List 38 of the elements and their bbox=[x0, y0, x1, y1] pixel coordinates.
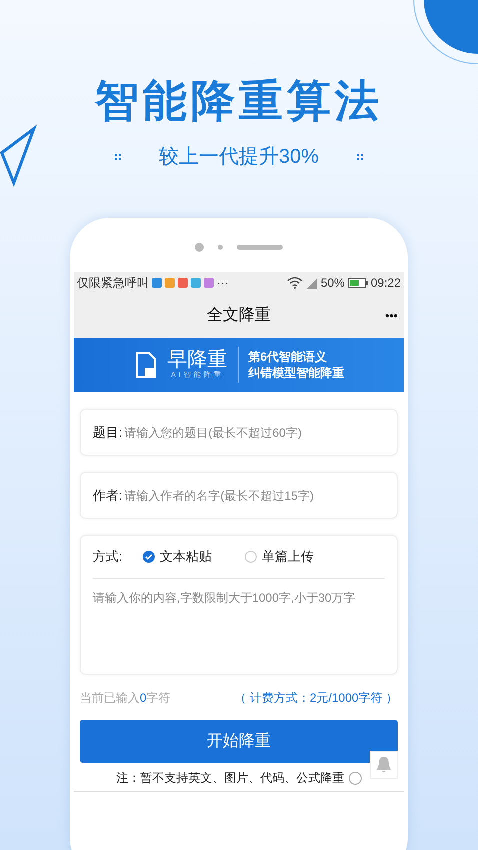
text-field[interactable]: 题目:请输入您的题目(最长不超过60字) bbox=[80, 409, 398, 456]
triangle-outline-icon bbox=[0, 125, 38, 187]
signal-icon bbox=[306, 278, 318, 288]
carrier-text: 仅限紧急呼叫 bbox=[77, 275, 149, 292]
chat-button[interactable] bbox=[370, 751, 398, 779]
subtitle: 较上一代提升30% bbox=[158, 145, 320, 170]
radio-option[interactable]: 单篇上传 bbox=[245, 547, 347, 567]
start-button[interactable]: 开始降重 bbox=[80, 720, 398, 763]
radio-option[interactable]: 文本粘贴 bbox=[143, 547, 245, 567]
pricing-text: （ 计费方式：2元/1000字符 ） bbox=[234, 690, 398, 707]
dot-grid-icon bbox=[114, 154, 121, 160]
logo-text: 早降重 bbox=[168, 348, 228, 371]
content-textarea[interactable]: 请输入你的内容,字数限制大于1000字,小于30万字 bbox=[93, 589, 385, 674]
clock-time: 09:22 bbox=[370, 275, 401, 292]
slogan-line: 纠错模型智能降重 bbox=[248, 365, 344, 381]
more-menu-button[interactable]: ••• bbox=[385, 307, 398, 325]
slogan-line: 第6代智能语义 bbox=[248, 349, 328, 365]
wifi-icon bbox=[286, 277, 303, 289]
field-input[interactable]: 请输入作者的名字(最长不超过15字) bbox=[124, 486, 385, 504]
help-icon bbox=[348, 772, 362, 784]
headline: 智能降重算法 bbox=[95, 76, 383, 128]
content-input-card[interactable]: 方式: 文本粘贴 单篇上传 请输入你的内容,字数限制大于1000字,小于30万字 bbox=[80, 535, 398, 675]
sensor-icon bbox=[218, 245, 223, 250]
battery-icon bbox=[348, 278, 368, 288]
character-count: 当前已输入0字符 bbox=[80, 690, 171, 707]
page-title: 全文降重 bbox=[207, 306, 271, 326]
dot-grid-icon bbox=[357, 154, 364, 160]
more-text: ··· bbox=[217, 275, 229, 292]
field-label: 题目: bbox=[93, 424, 123, 442]
field-label: 作者: bbox=[93, 486, 123, 505]
bell-icon bbox=[376, 756, 392, 774]
text-field[interactable]: 作者:请输入作者的名字(最长不超过15字) bbox=[80, 472, 398, 519]
speaker-icon bbox=[237, 245, 283, 250]
battery-percent: 50% bbox=[320, 275, 345, 292]
mode-label: 方式: bbox=[93, 548, 124, 566]
note-text: 注：暂不支持英文、图片、代码、公式降重 bbox=[116, 770, 344, 787]
camera-icon bbox=[195, 243, 204, 252]
field-input[interactable]: 请输入您的题目(最长不超过60字) bbox=[124, 424, 385, 442]
